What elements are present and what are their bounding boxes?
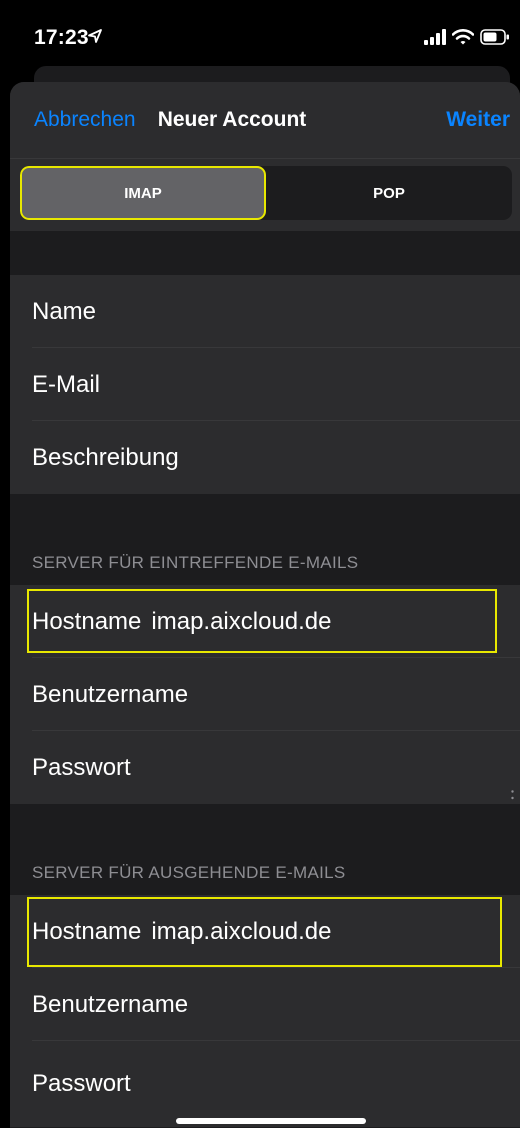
location-arrow-icon	[88, 29, 102, 43]
next-button[interactable]: Weiter	[446, 108, 510, 132]
scroll-indicator	[511, 790, 514, 800]
status-bar: 17:23	[0, 0, 520, 66]
outgoing-username-field[interactable]: Benutzername	[10, 968, 520, 1041]
incoming-hostname-field[interactable]: Hostname imap.aixcloud.de	[10, 585, 520, 658]
outgoing-hostname-label: Hostname	[32, 917, 142, 945]
incoming-username-field[interactable]: Benutzername	[10, 658, 520, 731]
outgoing-hostname-value: imap.aixcloud.de	[151, 917, 332, 945]
name-field[interactable]: Name	[10, 275, 520, 348]
incoming-server-header: SERVER FÜR EINTREFFENDE E-MAILS	[32, 553, 359, 572]
incoming-hostname-value: imap.aixcloud.de	[151, 607, 332, 635]
status-time: 17:23	[34, 26, 89, 49]
cellular-signal-icon	[424, 29, 446, 45]
incoming-password-field[interactable]: Passwort	[10, 731, 520, 804]
incoming-server-group: Hostname imap.aixcloud.de Benutzername P…	[10, 585, 520, 804]
protocol-selector-area: IMAP POP	[10, 159, 520, 231]
protocol-segmented-control: IMAP POP	[20, 166, 512, 220]
home-indicator[interactable]	[176, 1118, 366, 1124]
new-account-sheet: Abbrechen Neuer Account Weiter IMAP POP …	[10, 82, 520, 1128]
incoming-hostname-label: Hostname	[32, 607, 142, 635]
incoming-password-label: Passwort	[32, 753, 131, 781]
wifi-icon	[452, 29, 474, 45]
email-field[interactable]: E-Mail	[10, 348, 520, 421]
account-info-group: Name E-Mail Beschreibung	[10, 275, 520, 494]
outgoing-server-header: SERVER FÜR AUSGEHENDE E-MAILS	[32, 863, 346, 882]
outgoing-server-group: Hostname imap.aixcloud.de Benutzername P…	[10, 895, 520, 1127]
segment-pop[interactable]: POP	[266, 166, 512, 220]
email-label: E-Mail	[32, 370, 101, 398]
segment-imap[interactable]: IMAP	[20, 166, 266, 220]
outgoing-password-field[interactable]: Passwort	[10, 1041, 520, 1127]
section-spacer	[10, 231, 520, 275]
status-icons	[424, 27, 510, 47]
outgoing-username-label: Benutzername	[32, 990, 189, 1018]
battery-icon	[480, 29, 509, 45]
outgoing-hostname-field[interactable]: Hostname imap.aixcloud.de	[10, 895, 520, 968]
name-label: Name	[32, 297, 97, 325]
page-title: Neuer Account	[157, 108, 307, 131]
description-field[interactable]: Beschreibung	[10, 421, 520, 494]
description-label: Beschreibung	[32, 443, 179, 471]
navigation-bar: Abbrechen Neuer Account Weiter	[10, 82, 520, 158]
incoming-username-label: Benutzername	[32, 680, 189, 708]
outgoing-password-label: Passwort	[32, 1070, 131, 1097]
